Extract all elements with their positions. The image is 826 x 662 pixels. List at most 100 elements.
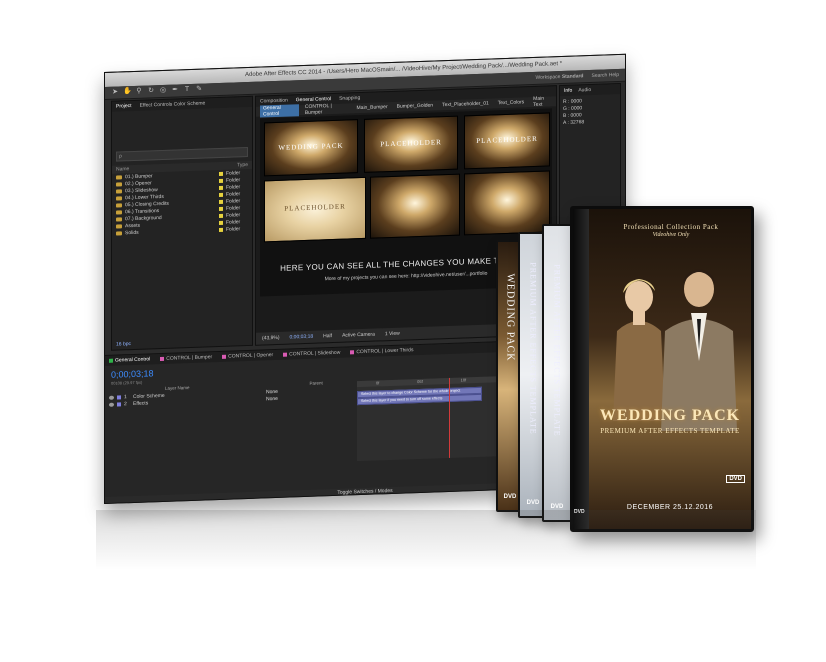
pen-tool-icon[interactable]: ✒ — [171, 86, 179, 94]
cover-subtitle: PREMIUM AFTER EFFECTS TEMPLATE — [600, 427, 740, 435]
tab-main-bumper[interactable]: Main_Bumper — [354, 104, 391, 111]
label-swatch — [350, 350, 355, 355]
column-parent[interactable]: Parent — [310, 380, 323, 385]
bpc-toggle[interactable]: 16 bpc — [116, 341, 131, 348]
folder-icon — [116, 230, 122, 236]
zoom-select[interactable]: (43,9%) — [262, 335, 280, 342]
dvd-cover: DVD Professional Collection Pack Videohi… — [570, 206, 754, 532]
dvd-logo: DVD — [503, 494, 517, 500]
folder-icon — [116, 174, 122, 180]
dvd-logo: DVD — [526, 500, 540, 506]
tab-effect-controls[interactable]: Effect Controls Color Scheme — [140, 100, 206, 108]
folder-icon — [116, 188, 122, 194]
tab-control-bumper[interactable]: CONTROL | Bumper — [302, 102, 351, 116]
dvd-spine-title: PREMIUM AFTER EFFECTS TEMPLATE — [528, 262, 538, 435]
dvd-badge: DVD — [726, 475, 745, 483]
floor-reflection — [96, 510, 756, 570]
label-swatch — [219, 220, 223, 225]
man-figure — [661, 269, 737, 431]
info-values: R : 0000 G : 0000 B : 0000 A : 32768 — [563, 98, 585, 126]
layer-list: 1 Color Scheme None 2 Effects None — [109, 385, 349, 407]
project-panel-tabs: Project Effect Controls Color Scheme — [112, 96, 252, 112]
timeline-tab[interactable]: CONTROL | Slideshow — [283, 350, 340, 358]
camera-tool-icon[interactable]: ◎ — [159, 87, 167, 95]
tab-main-text[interactable]: Main Text — [530, 95, 556, 108]
workspace-label: Workspace Standard — [535, 73, 584, 81]
brush-tool-icon[interactable]: ✎ — [195, 86, 203, 94]
label-swatch — [219, 192, 223, 197]
snapping-toggle[interactable]: Snapping — [339, 95, 360, 102]
folder-icon — [116, 209, 122, 215]
label-swatch — [219, 227, 223, 232]
label-swatch — [160, 356, 165, 362]
project-search-input[interactable]: ρ — [116, 146, 248, 162]
project-panel: Project Effect Controls Color Scheme ρ N… — [111, 95, 253, 351]
frame-readout: 00108 (29.97 fps) — [111, 379, 143, 386]
couple-photo — [609, 261, 739, 431]
project-list: 01.) Bumper Folder 02.) Opener Folder 03.)… — [112, 169, 252, 237]
column-layer-name[interactable]: Layer Name — [165, 385, 190, 391]
composition-title: Composition — [260, 97, 288, 105]
current-time[interactable]: 0;00;03;18 — [290, 334, 314, 341]
workspace-select[interactable]: Standard — [562, 73, 584, 80]
label-swatch — [283, 352, 288, 357]
tab-general-control[interactable]: General Control — [260, 104, 299, 118]
dvd-spine-title: PREMIUM AFTER EFFECTS TEMPLATE — [552, 264, 562, 437]
label-swatch — [219, 178, 223, 183]
tab-bumper-golden[interactable]: Bumper_Golden — [394, 102, 436, 110]
timeline-timecode[interactable]: 0;00;03;18 — [111, 368, 154, 379]
zoom-tool-icon[interactable]: ⚲ — [135, 88, 143, 96]
composition-name[interactable]: General Control — [296, 96, 331, 103]
preview-thumbnail: PLACEHOLDER — [364, 115, 458, 173]
cover-series: Professional Collection Pack — [623, 223, 719, 231]
tab-text-colors[interactable]: Text_Colors — [495, 99, 527, 106]
dvd-spine-title: WEDDING PACK — [504, 273, 516, 362]
tab-text-placeholder[interactable]: Text_Placeholder_01 — [439, 100, 492, 109]
preview-thumbnail: WEDDING PACK — [264, 119, 358, 177]
selection-tool-icon[interactable]: ➤ — [111, 88, 119, 96]
tab-info[interactable]: Info — [564, 88, 572, 94]
cover-title: WEDDING PACK — [599, 407, 741, 424]
hand-tool-icon[interactable]: ✋ — [123, 88, 132, 96]
preview-thumbnail — [464, 170, 550, 236]
label-swatch — [109, 358, 113, 363]
label-swatch — [219, 171, 223, 176]
parent-select[interactable]: None — [266, 388, 296, 394]
preview-thumbnail: PLACEHOLDER — [464, 112, 550, 170]
tab-project[interactable]: Project — [116, 103, 132, 110]
resolution-select[interactable]: Half — [323, 333, 332, 339]
label-swatch — [219, 206, 223, 211]
folder-icon — [116, 216, 122, 222]
cover-sub-series: Videohive Only — [652, 232, 690, 238]
column-type[interactable]: Type — [237, 162, 248, 168]
dvd-case: PREMIUM AFTER EFFECTS TEMPLATE DVD — [542, 224, 572, 522]
folder-icon — [116, 195, 122, 201]
dvd-spine: DVD — [573, 209, 589, 529]
text-tool-icon[interactable]: T — [183, 86, 191, 94]
parent-select[interactable]: None — [266, 395, 296, 401]
tab-audio[interactable]: Audio — [578, 87, 591, 93]
label-swatch — [219, 199, 223, 204]
timeline-tab[interactable]: CONTROL | Opener — [222, 352, 273, 360]
label-swatch — [219, 213, 223, 218]
timeline-tab[interactable]: CONTROL | Lower Thirds — [350, 347, 413, 355]
eye-icon[interactable] — [109, 402, 114, 407]
search-help-input[interactable]: Search Help — [591, 72, 619, 79]
folder-icon — [116, 223, 122, 229]
preview-thumbnail — [370, 173, 460, 239]
timeline-tab[interactable]: General Control — [109, 356, 150, 364]
label-swatch — [219, 185, 223, 190]
views-select[interactable]: 1 View — [385, 331, 400, 338]
preview-thumbnail: PLACEHOLDER — [264, 176, 366, 243]
label-swatch — [117, 394, 121, 400]
eye-icon[interactable] — [109, 395, 114, 400]
playhead[interactable] — [449, 377, 450, 458]
folder-icon — [116, 202, 122, 208]
timeline-tab[interactable]: CONTROL | Bumper — [160, 354, 212, 362]
rotate-tool-icon[interactable]: ↻ — [147, 87, 155, 95]
camera-select[interactable]: Active Camera — [342, 332, 375, 339]
label-swatch — [222, 354, 227, 359]
promo-scene: Adobe After Effects CC 2014 - /Users/Her… — [0, 0, 826, 662]
label-swatch — [117, 401, 121, 407]
folder-icon — [116, 181, 122, 187]
